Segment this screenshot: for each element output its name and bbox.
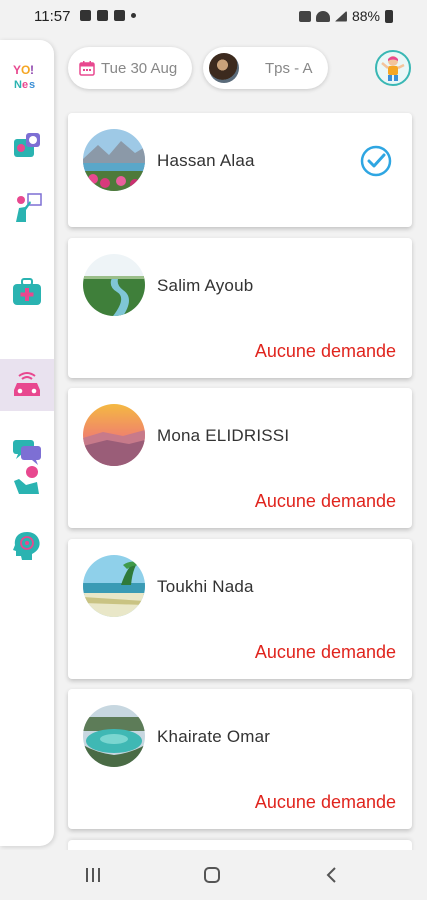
request-status: Aucune demande — [254, 792, 396, 812]
student-card[interactable]: Hassan Alaa — [68, 113, 412, 227]
profile-avatar-button[interactable] — [375, 50, 411, 86]
battery-percent: 88% — [351, 8, 380, 24]
first-aid-bag-icon — [13, 278, 41, 305]
svg-text:s: s — [29, 79, 35, 91]
student-avatar — [83, 254, 145, 316]
student-avatar — [83, 705, 145, 767]
student-card[interactable]: Khairate Omar Aucune demande — [68, 689, 412, 829]
sidebar-item-raise-hand[interactable] — [0, 454, 54, 506]
calendar-icon — [79, 61, 95, 76]
student-name: Khairate Omar — [157, 727, 271, 746]
logo-icon[interactable]: Y O ! N e s — [8, 60, 46, 94]
system-navigation-bar — [0, 850, 427, 900]
raised-hand-icon — [14, 466, 39, 494]
student-name: Hassan Alaa — [157, 151, 255, 170]
gallery-notification-icon — [80, 10, 91, 21]
request-status: Aucune demande — [254, 491, 396, 511]
more-notifications-icon — [131, 13, 136, 18]
student-avatar — [83, 129, 145, 191]
class-selector[interactable]: Tps - A — [203, 47, 328, 89]
request-status: Aucune demande — [254, 341, 396, 361]
battery-icon — [385, 9, 393, 23]
class-label: Tps - A — [265, 59, 313, 77]
date-selector[interactable]: Tue 30 Aug — [68, 47, 192, 89]
kid-avatar-icon — [381, 56, 405, 81]
sidebar-item-mind[interactable] — [0, 520, 54, 572]
student-card[interactable]: Mona ELIDRISSI Aucune demande — [68, 388, 412, 528]
sidebar-item-transport[interactable] — [0, 359, 54, 411]
teacher-board-icon — [16, 193, 42, 222]
brain-head-icon — [13, 532, 40, 560]
class-avatar — [209, 53, 239, 83]
back-button[interactable] — [312, 860, 352, 890]
student-card[interactable]: Salim Ayoub Aucune demande — [68, 238, 412, 378]
check-circle-icon[interactable] — [360, 145, 392, 177]
side-navigation: Y O ! N e s — [0, 40, 54, 846]
signal-icon — [334, 10, 347, 22]
student-name: Salim Ayoub — [157, 276, 254, 295]
svg-text:!: ! — [30, 63, 34, 77]
system-icons: 88% — [298, 8, 393, 24]
sidebar-item-activities[interactable] — [0, 182, 54, 234]
home-icon — [204, 867, 220, 883]
svg-text:Y: Y — [13, 63, 21, 77]
student-avatar — [83, 404, 145, 466]
student-name: Mona ELIDRISSI — [157, 426, 290, 445]
back-chevron-icon — [326, 867, 336, 883]
student-name: Toukhi Nada — [157, 577, 254, 596]
message-notification-icon — [114, 10, 125, 21]
car-icon — [14, 372, 40, 396]
date-label: Tue 30 Aug — [101, 59, 178, 77]
home-button[interactable] — [192, 860, 232, 890]
recent-apps-button[interactable] — [73, 860, 113, 890]
svg-text:N: N — [14, 79, 22, 91]
svg-text:O: O — [21, 63, 30, 77]
status-bar: 11:57 88% — [0, 0, 427, 34]
recent-apps-icon — [86, 868, 100, 882]
student-avatar — [83, 555, 145, 617]
sidebar-item-health[interactable] — [0, 266, 54, 318]
svg-text:e: e — [22, 79, 28, 91]
photo-icon — [14, 133, 40, 157]
app-notification-icon — [97, 10, 108, 21]
student-card[interactable]: Toukhi Nada Aucune demande — [68, 539, 412, 679]
sidebar-item-photos[interactable] — [0, 120, 54, 172]
request-status: Aucune demande — [254, 642, 396, 662]
status-time: 11:57 — [34, 8, 71, 25]
notification-icons — [80, 10, 136, 21]
wifi-icon — [315, 10, 330, 22]
alarm-icon — [298, 10, 311, 22]
